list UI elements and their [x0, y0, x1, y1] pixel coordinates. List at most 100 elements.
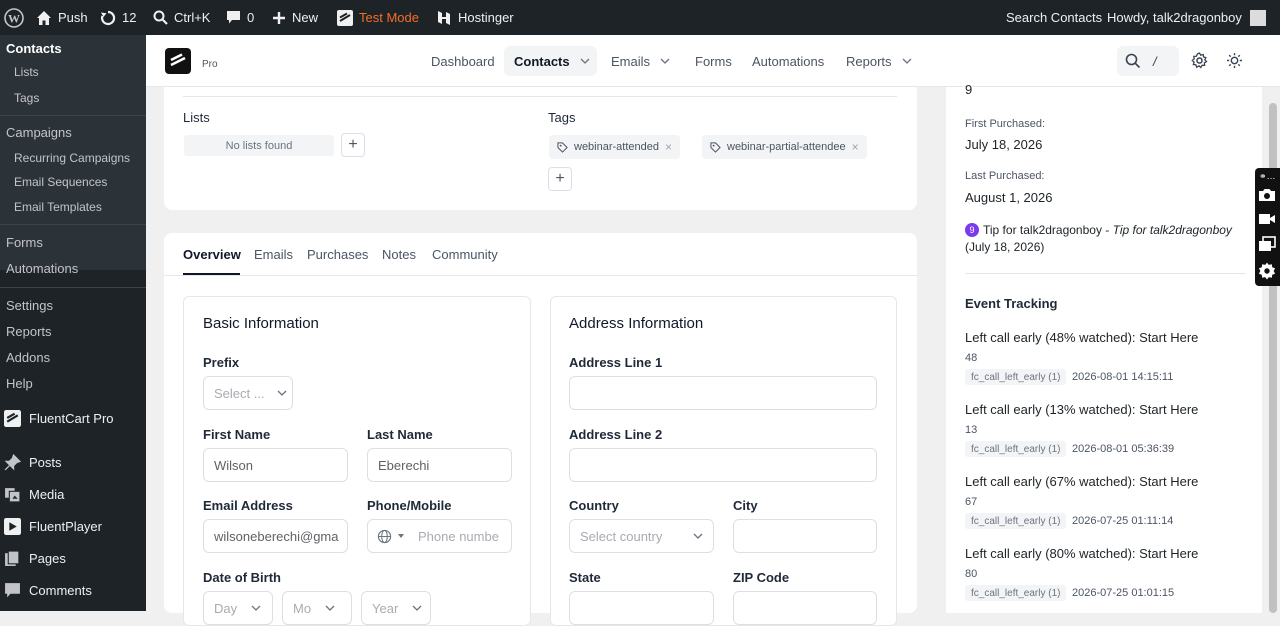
sidebar-item-label: Email Sequences: [14, 175, 108, 189]
search-shortcut: /: [1153, 53, 1157, 69]
address-info-title: Address Information: [569, 315, 704, 332]
sidebar-item-tags[interactable]: Tags: [0, 89, 146, 107]
sidebar-item-label: Tags: [14, 91, 40, 105]
sidebar-item-comments[interactable]: Comments: [0, 578, 146, 602]
nav-forms[interactable]: Forms: [686, 46, 741, 76]
link-icon[interactable]: ⚭…: [1259, 171, 1276, 182]
contact-summary-panel: [946, 87, 1262, 613]
comments-count: 0: [247, 10, 255, 25]
nav-automations[interactable]: Automations: [743, 46, 833, 76]
remove-tag-icon[interactable]: ×: [665, 140, 672, 154]
gear-icon[interactable]: [1258, 262, 1276, 285]
test-mode-link[interactable]: Test Mode: [337, 0, 419, 35]
sidebar-item-posts[interactable]: Posts: [0, 450, 146, 474]
city-input[interactable]: [733, 519, 877, 553]
command-search[interactable]: Ctrl+K: [153, 0, 210, 35]
add-tag-button[interactable]: +: [548, 167, 572, 191]
sidebar-item-automations[interactable]: Automations: [0, 259, 146, 277]
settings-gear-icon[interactable]: [1191, 52, 1208, 74]
panel-divider: [965, 273, 1246, 274]
dob-day-select[interactable]: Day: [203, 591, 273, 625]
email-input[interactable]: wilsoneberechi@gma: [203, 519, 348, 553]
user-account-menu[interactable]: Howdy, talk2dragonboy: [1107, 0, 1266, 35]
state-input[interactable]: [569, 591, 714, 625]
sidebar-item-help[interactable]: Help: [0, 374, 146, 392]
chevron-down-icon: [580, 58, 590, 64]
updates-link[interactable]: 12: [100, 0, 136, 35]
video-icon[interactable]: [1258, 212, 1276, 231]
tip-entry[interactable]: Tip for talk2dragonboy - Tip for talk2dr…: [983, 223, 1232, 237]
sidebar-item-email-templates[interactable]: Email Templates: [0, 198, 146, 216]
event-value: 80: [965, 568, 978, 580]
prefix-select[interactable]: Select ...: [203, 376, 293, 410]
push-link[interactable]: Push: [36, 0, 88, 35]
sidebar-item-pages[interactable]: Pages: [0, 546, 146, 570]
sidebar-item-fluentplayer[interactable]: FluentPlayer: [0, 514, 146, 538]
sidebar-item-settings[interactable]: Settings: [0, 296, 146, 314]
sidebar-item-recurring-campaigns[interactable]: Recurring Campaigns: [0, 149, 146, 167]
dob-year-select[interactable]: Year: [361, 591, 431, 625]
event-time: 2026-08-01 14:15:11: [1072, 371, 1174, 383]
country-select[interactable]: Select country: [569, 519, 714, 553]
dob-label: Date of Birth: [203, 570, 281, 585]
zip-input[interactable]: [733, 591, 877, 625]
theme-sun-icon[interactable]: [1226, 52, 1243, 74]
fluentcrm-logo-icon[interactable]: [165, 48, 191, 74]
sidebar-divider: [0, 287, 146, 288]
sidebar-item-lists[interactable]: Lists: [0, 63, 146, 81]
tip-count-badge: 9: [965, 223, 979, 237]
new-content-link[interactable]: New: [272, 0, 318, 35]
sidebar-item-reports[interactable]: Reports: [0, 322, 146, 340]
event-tag-label: fc_call_left_early (1): [971, 443, 1061, 455]
first-purchased-label: First Purchased:: [965, 118, 1046, 130]
plus-icon: +: [555, 170, 565, 187]
nav-dashboard[interactable]: Dashboard: [422, 46, 504, 76]
tab-notes[interactable]: Notes: [382, 247, 416, 262]
sidebar-item-email-sequences[interactable]: Email Sequences: [0, 173, 146, 191]
tag-label: webinar-attended: [574, 141, 660, 153]
nav-reports[interactable]: Reports: [837, 46, 921, 76]
sidebar-item-label: Posts: [29, 454, 62, 470]
nav-emails[interactable]: Emails: [602, 46, 679, 76]
tab-emails[interactable]: Emails: [254, 247, 293, 262]
no-lists-placeholder: No lists found: [184, 135, 334, 156]
card-divider: [183, 96, 897, 97]
first-name-input[interactable]: Wilson: [203, 448, 348, 482]
page-scrollbar[interactable]: [1268, 87, 1278, 613]
hostinger-link[interactable]: Hostinger: [436, 0, 514, 35]
phone-input[interactable]: Phone numbe: [367, 519, 512, 553]
tab-overview[interactable]: Overview: [183, 247, 241, 262]
sidebar-item-forms[interactable]: Forms: [0, 233, 146, 251]
sidebar-item-addons[interactable]: Addons: [0, 348, 146, 366]
chevron-down-icon: [325, 605, 335, 611]
caret-down-icon: [398, 534, 404, 538]
tab-purchases[interactable]: Purchases: [307, 247, 368, 262]
search-contacts-link[interactable]: Search Contacts: [1006, 0, 1102, 35]
nav-label: Contacts: [514, 53, 570, 69]
wordpress-logo-icon[interactable]: W: [4, 0, 24, 35]
global-search-button[interactable]: /: [1117, 46, 1179, 76]
last-purchased-label: Last Purchased:: [965, 170, 1045, 182]
sidebar-item-media[interactable]: Media: [0, 482, 146, 506]
dob-month-select[interactable]: Mo: [282, 591, 352, 625]
camera-icon[interactable]: [1258, 187, 1276, 208]
last-name-input[interactable]: Eberechi: [367, 448, 512, 482]
state-label: State: [569, 570, 601, 585]
tab-label: Overview: [183, 247, 241, 262]
sidebar-item-campaigns[interactable]: Campaigns: [0, 123, 146, 141]
tab-label: Purchases: [307, 247, 369, 262]
sidebar-item-fluentcart-pro[interactable]: FluentCart Pro: [0, 406, 146, 430]
remove-tag-icon[interactable]: ×: [852, 140, 859, 154]
windows-icon[interactable]: [1258, 236, 1276, 257]
city-label: City: [733, 498, 758, 513]
chevron-down-icon: [660, 58, 670, 64]
globe-icon[interactable]: [377, 529, 392, 544]
fluentcrm-top-nav: Pro Dashboard Contacts Emails Forms Auto…: [146, 35, 1280, 87]
address-line2-input[interactable]: [569, 448, 877, 482]
sidebar-item-contacts[interactable]: Contacts: [0, 38, 146, 58]
add-list-button[interactable]: +: [341, 133, 365, 157]
nav-contacts[interactable]: Contacts: [504, 46, 597, 76]
comments-link[interactable]: 0: [226, 0, 254, 35]
address-line1-input[interactable]: [569, 376, 877, 410]
tab-community[interactable]: Community: [432, 247, 498, 262]
